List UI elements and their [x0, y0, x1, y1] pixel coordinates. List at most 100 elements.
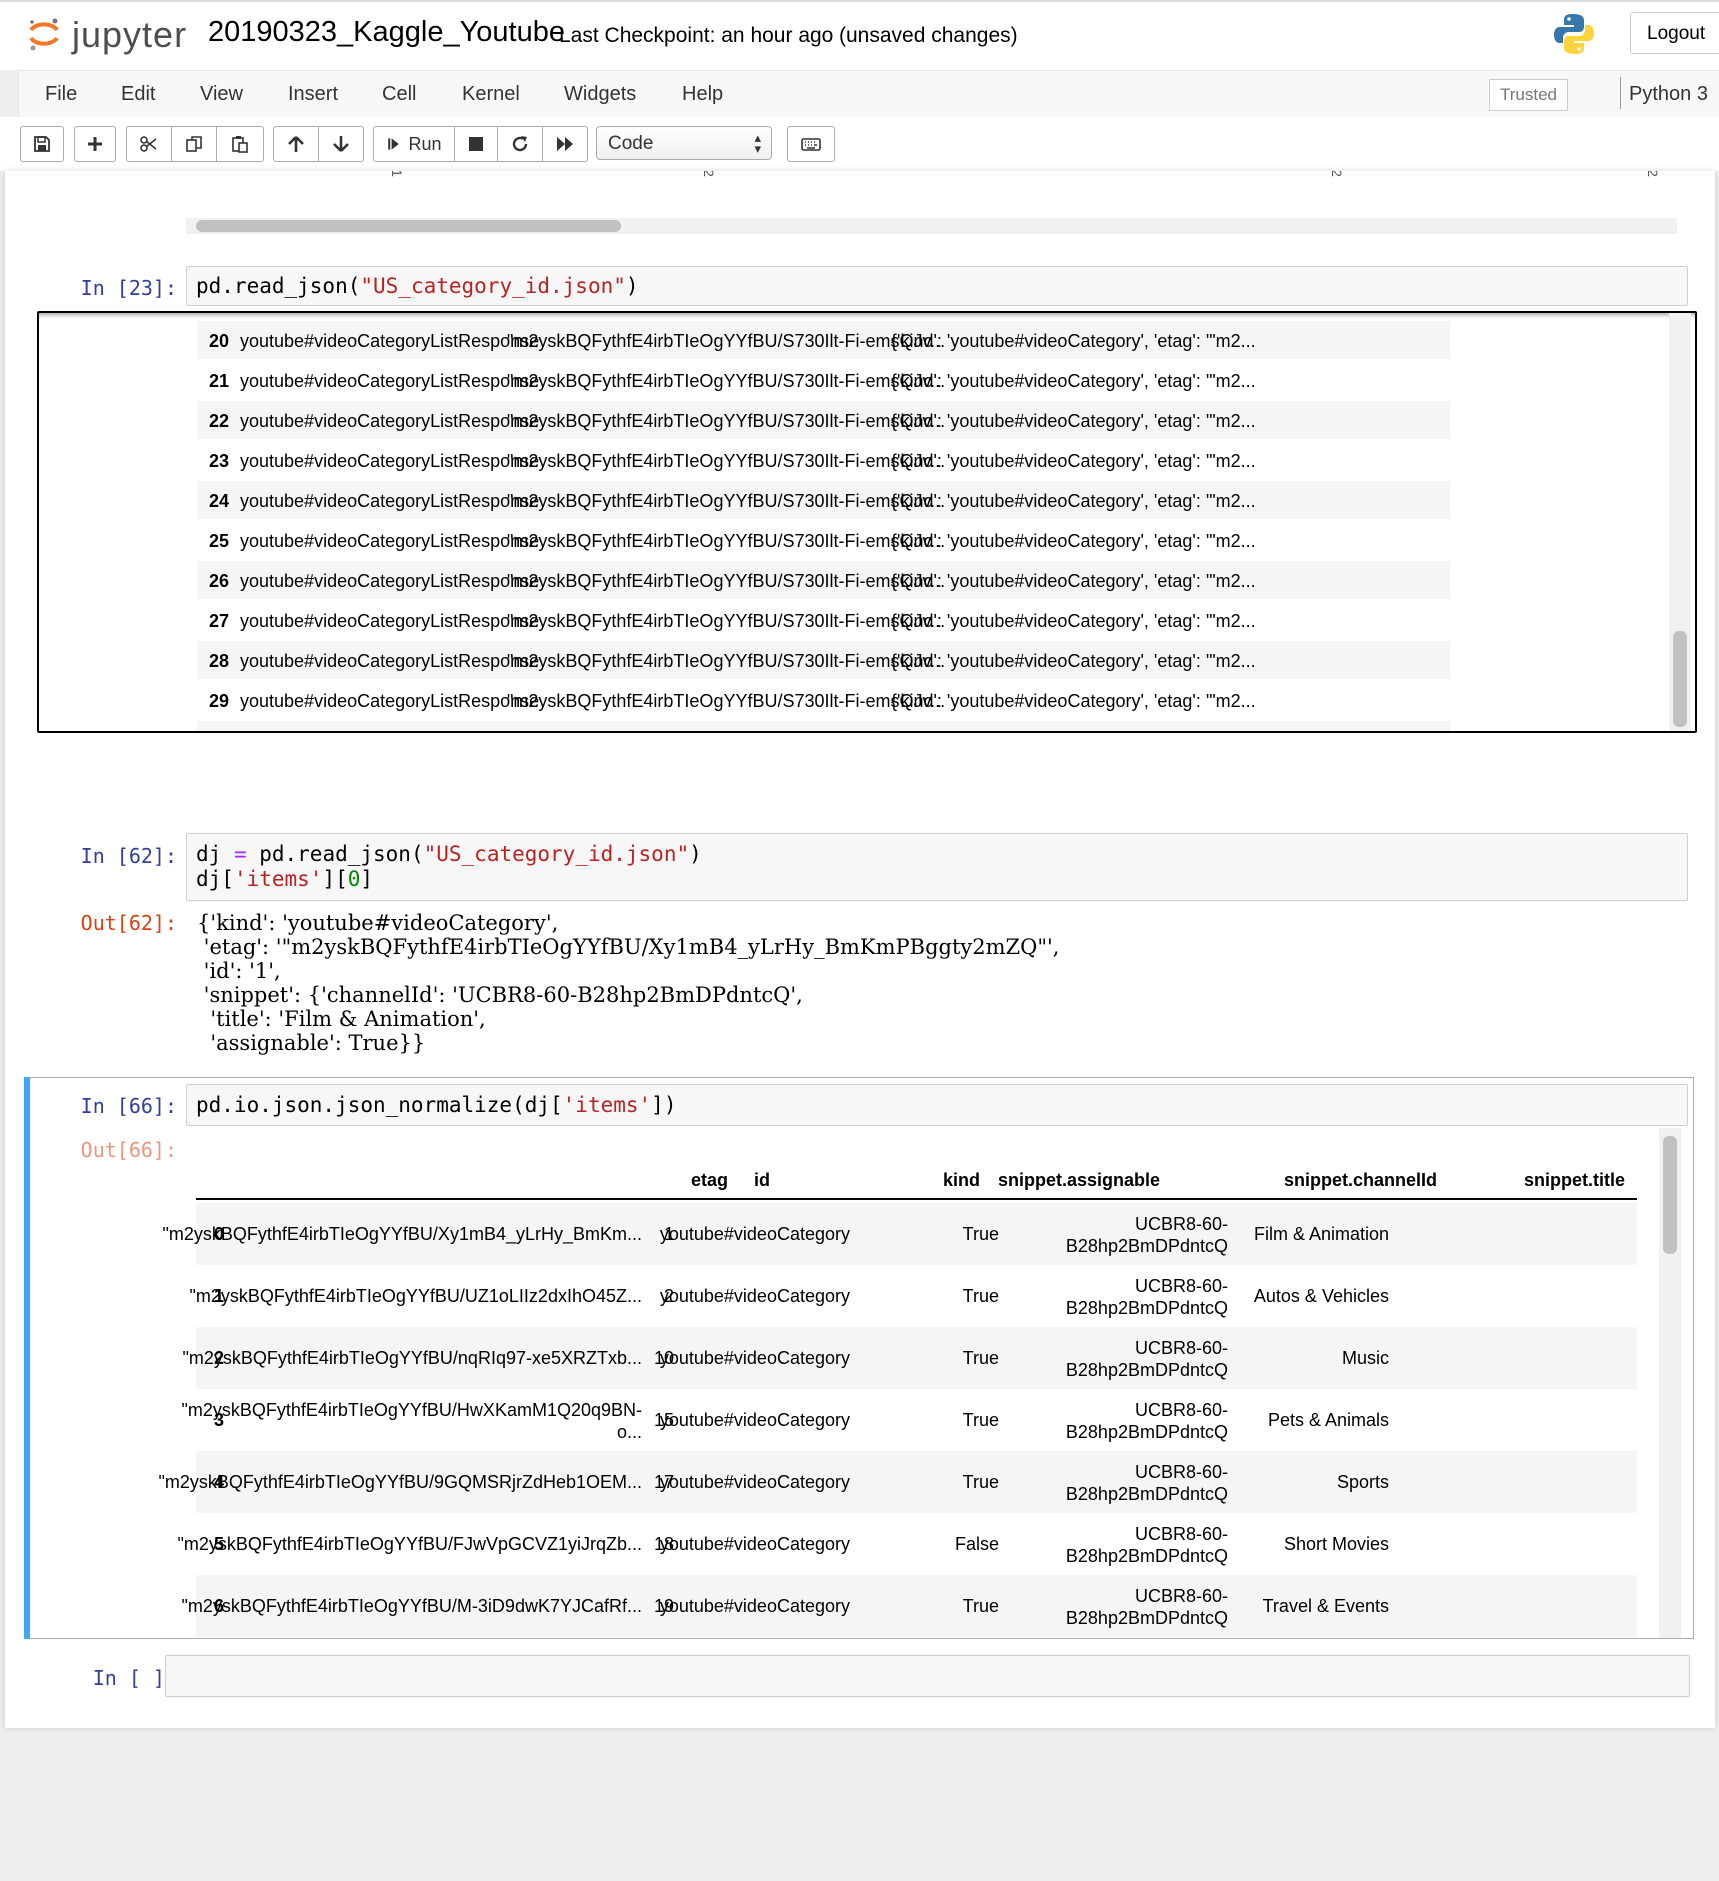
kernel-name[interactable]: Python 3 — [1629, 83, 1708, 106]
cell-66-code: pd.io.json.json_normalize(dj['items']) — [196, 1093, 677, 1117]
copy-button[interactable] — [171, 126, 217, 162]
etag-cell: "m2yskBQFythfE4irbTIeOgYYfBU/S730Ilt-Fi-… — [507, 611, 946, 631]
column-header-kind: kind — [943, 1170, 981, 1190]
run-button[interactable]: Run — [373, 126, 455, 162]
etag-cell: "m2yskBQFythfE4irbTIeOgYYfBU/S730Ilt-Fi-… — [507, 491, 946, 511]
table-row: 30 youtube#videoCategoryListResponse"m2ys… — [197, 721, 1450, 733]
table-row: 4 "m2yskBQFythfE4irbTIeOgYYfBU/9GQMSRjrZd… — [158, 1451, 1637, 1513]
column-header-snippet-assignable: snippet.assignable — [998, 1170, 1161, 1190]
row-index: 23 — [209, 451, 230, 471]
command-palette-button[interactable] — [787, 126, 835, 162]
kind-cell: youtube#videoCategoryListResponse — [240, 611, 540, 631]
horizontal-scrollbar[interactable] — [186, 218, 1677, 234]
kind-cell: youtube#videoCategory — [659, 1348, 850, 1368]
cell-66-vertical-scrollbar[interactable] — [1659, 1128, 1681, 1638]
table-row: 23 youtube#videoCategoryListResponse "m2ys… — [197, 441, 1450, 479]
restart-button[interactable] — [497, 126, 543, 162]
kind-cell: youtube#videoCategoryListResponse — [240, 691, 540, 711]
cell-62-input[interactable]: dj = pd.read_json("US_category_id.json")… — [186, 833, 1688, 901]
clipped-row: youtube#videoCategoryListResponse "m2ysk… — [197, 313, 1450, 315]
cell-66-output-scroll[interactable]: etag id kind snippet.assignable snippet.… — [35, 1128, 1685, 1638]
kind-cell: youtube#videoCategoryListResponse — [240, 411, 540, 431]
cell-23-scrollbar-thumb[interactable] — [1673, 631, 1687, 727]
cut-button[interactable] — [126, 126, 172, 162]
logout-button[interactable]: Logout — [1630, 12, 1719, 54]
column-header-snippet-channelid: snippet.channelId — [1284, 1170, 1438, 1190]
etag-cell: o... — [616, 1422, 642, 1442]
clipped-label-fragment: 2 — [700, 171, 717, 177]
cell-23-vertical-scrollbar[interactable] — [1669, 313, 1691, 731]
title-cell: Sports — [1336, 1472, 1389, 1492]
save-button[interactable] — [20, 126, 64, 162]
restart-icon — [512, 136, 528, 152]
interrupt-button[interactable] — [454, 126, 498, 162]
table-row: 1 "m2yskBQFythfE4irbTIeOgYYfBU/UZ1oLIIz2d… — [189, 1265, 1637, 1327]
items-cell: {'kind': 'youtube#videoCategory', 'etag'… — [891, 731, 1256, 733]
cell-62-in-prompt: In [62]: — [80, 844, 177, 868]
cell-23-code: pd.read_json("US_category_id.json") — [196, 274, 639, 298]
title-cell: Autos & Vehicles — [1253, 1286, 1389, 1306]
kind-cell: youtube#videoCategoryListResponse — [240, 371, 540, 391]
run-button-label: Run — [408, 133, 442, 154]
insert-cell-button[interactable] — [74, 126, 116, 162]
channelid-cell: B28hp2BmDPdntcQ — [1065, 1546, 1228, 1566]
items-cell: {'kind': 'youtube#videoCategory', 'etag'… — [891, 331, 1256, 351]
row-index: 29 — [209, 691, 230, 711]
channelid-cell: B28hp2BmDPdntcQ — [1065, 1360, 1228, 1380]
channelid-cell: UCBR8-60- — [1134, 1524, 1228, 1544]
row-index: 25 — [209, 531, 230, 551]
menu-insert[interactable]: Insert — [288, 83, 338, 106]
menu-cell[interactable]: Cell — [382, 83, 416, 106]
etag-cell: "m2yskBQFythfE4irbTIeOgYYfBU/S730Ilt-Fi-… — [507, 531, 946, 551]
cell-66-scrollbar-thumb[interactable] — [1663, 1136, 1677, 1254]
items-cell: {'kind': 'youtube#videoCategory', 'etag'… — [891, 491, 1256, 511]
table-row: 22 youtube#videoCategoryListResponse "m2ys… — [197, 401, 1450, 439]
cell-62-output-text: {'kind': 'youtube#videoCategory', 'etag'… — [197, 911, 1060, 1055]
etag-cell: "m2yskBQFythfE4irbTIeOgYYfBU/S730Ilt-Fi-… — [507, 331, 946, 351]
cell-23-output-scroll[interactable]: youtube#videoCategoryListResponse "m2ysk… — [37, 311, 1697, 733]
assignable-cell: True — [962, 1348, 999, 1368]
channelid-cell: UCBR8-60- — [1134, 1586, 1228, 1606]
notebook-name[interactable]: 20190323_Kaggle_Youtube — [208, 16, 565, 49]
etag-cell: "m2yskBQFythfE4irbTIeOgYYfBU/S730Ilt-Fi-… — [507, 371, 946, 391]
title-cell: Travel & Events — [1262, 1596, 1389, 1616]
paste-button[interactable] — [216, 126, 264, 162]
move-up-button[interactable] — [273, 126, 319, 162]
items-cell: {'kind': 'youtube#videoCategory', 'etag'… — [891, 611, 1256, 631]
cell-23-input[interactable]: pd.read_json("US_category_id.json") — [186, 266, 1688, 306]
step-forward-icon — [388, 138, 400, 150]
cell-type-select[interactable]: Code ▴ ▾ — [596, 126, 772, 160]
clipped-label-fragment: 2 — [1328, 171, 1345, 177]
channelid-cell: B28hp2BmDPdntcQ — [1065, 1298, 1228, 1318]
plus-icon — [88, 137, 102, 151]
cell-66-input[interactable]: pd.io.json.json_normalize(dj['items']) — [186, 1084, 1688, 1126]
menu-help[interactable]: Help — [682, 83, 723, 106]
move-down-button[interactable] — [318, 126, 364, 162]
trusted-indicator[interactable]: Trusted — [1489, 79, 1568, 111]
row-index: 27 — [209, 611, 230, 631]
items-cell: {'kind': 'youtube#videoCategory', 'etag'… — [891, 571, 1256, 591]
jupyter-logo[interactable]: jupyter — [28, 12, 198, 58]
table-row: 21 youtube#videoCategoryListResponse "m2ys… — [197, 361, 1450, 399]
kind-cell: youtube#videoCategoryListResponse — [240, 651, 540, 671]
kernel-divider — [1620, 77, 1621, 109]
restart-run-all-button[interactable] — [542, 126, 588, 162]
row-index: 30 — [209, 731, 229, 733]
arrow-down-icon — [333, 136, 349, 152]
kind-cell: youtube#videoCategory — [659, 1410, 850, 1430]
menu-widgets[interactable]: Widgets — [564, 83, 636, 106]
table-row: 25 youtube#videoCategoryListResponse "m2ys… — [197, 521, 1450, 559]
etag-cell: "m2yskBQFythfE4irbTIeOgYYfBU/S730Ilt-Fi-… — [507, 571, 946, 591]
table-row: 28 youtube#videoCategoryListResponse "m2ys… — [197, 641, 1450, 679]
empty-cell-input[interactable] — [165, 1655, 1690, 1697]
menu-kernel[interactable]: Kernel — [462, 83, 520, 106]
menu-edit[interactable]: Edit — [121, 83, 155, 106]
row-index: 28 — [209, 651, 230, 671]
menu-file[interactable]: File — [45, 83, 77, 106]
notebook-container: 1 2 2 2 In [23]: pd.read_json("US_catego… — [5, 171, 1715, 1728]
horizontal-scrollbar-thumb[interactable] — [196, 220, 621, 232]
etag-cell: "m2yskBQFythfE4irbTIeOgYYfBU/UZ1oLIIz2dx… — [189, 1286, 642, 1306]
etag-cell: "m2yskBQFythfE4irbTIeOgYYfBU/M-3iD9dwK7Y… — [181, 1596, 642, 1616]
channelid-cell: UCBR8-60- — [1134, 1276, 1228, 1296]
menu-view[interactable]: View — [200, 83, 243, 106]
